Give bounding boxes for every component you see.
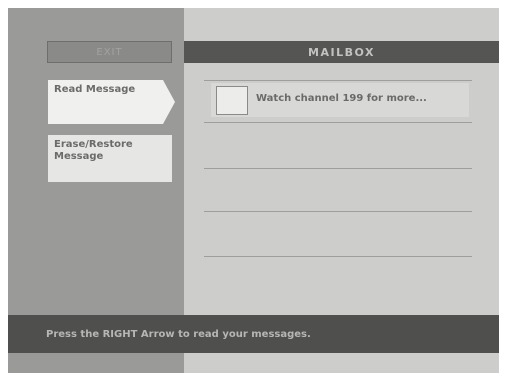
instruction-text: Press the RIGHT Arrow to read your messa… [46, 328, 311, 340]
row-divider [204, 256, 472, 257]
menu-item-label: Read Message [54, 84, 136, 95]
row-divider [204, 80, 472, 81]
row-divider [204, 122, 472, 123]
menu-item-label: Erase/Restore Message [54, 139, 133, 162]
row-divider [204, 211, 472, 212]
selected-pointer-arrow [163, 80, 175, 124]
envelope-icon [216, 86, 248, 115]
menu-item-read-message[interactable]: Read Message [48, 80, 163, 124]
mailbox-screen: EXIT MAILBOX Read Message Erase/Restore … [0, 0, 505, 381]
exit-button[interactable]: EXIT [47, 41, 172, 63]
message-subject: Watch channel 199 for more... [256, 93, 427, 104]
instruction-bar: Press the RIGHT Arrow to read your messa… [8, 315, 499, 353]
mailbox-title: MAILBOX [184, 41, 499, 63]
menu-item-erase-restore-message[interactable]: Erase/Restore Message [48, 135, 172, 182]
row-divider [204, 168, 472, 169]
